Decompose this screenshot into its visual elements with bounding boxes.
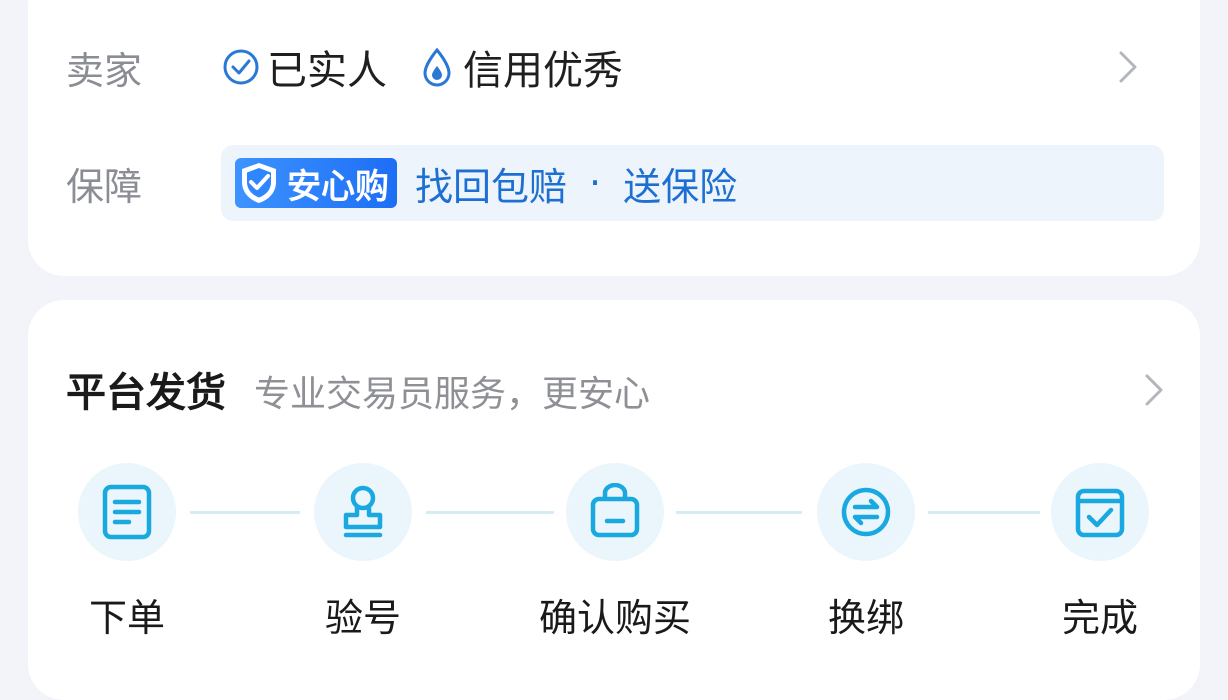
step-icon-circle	[78, 463, 176, 561]
guarantee-text-insurance: 送保险	[623, 164, 738, 209]
guarantee-separator: ·	[589, 161, 602, 205]
step-confirm-purchase: 确认购买	[515, 463, 715, 642]
chevron-right-icon[interactable]	[1116, 49, 1140, 85]
seller-row[interactable]: 卖家 已实人 信用优秀	[66, 40, 1164, 94]
calendar-check-icon	[1075, 488, 1125, 538]
step-icon-circle	[314, 463, 412, 561]
delivery-header: 平台发货 专业交易员服务，更安心	[66, 360, 650, 418]
step-icon-circle	[566, 463, 664, 561]
step-label: 换绑	[827, 596, 904, 640]
delivery-title: 平台发货	[66, 370, 226, 416]
seller-info-card: 卖家 已实人 信用优秀 保障 安心购 找回包赔 · 送保险	[28, 0, 1200, 276]
seller-tag-verified-text: 已实人	[267, 48, 387, 94]
delivery-subtitle: 专业交易员服务，更安心	[254, 374, 651, 415]
exchange-icon	[841, 487, 891, 537]
step-label: 验号	[324, 596, 401, 640]
step-order: 下单	[27, 463, 227, 642]
step-label: 下单	[88, 596, 165, 640]
seller-tag-credit: 信用优秀	[417, 38, 623, 96]
guarantee-row[interactable]: 保障 安心购 找回包赔 · 送保险	[66, 145, 1164, 221]
step-label: 完成	[1061, 596, 1138, 640]
shield-check-icon	[242, 163, 276, 203]
shopping-bag-icon	[590, 483, 640, 538]
step-label: 确认购买	[538, 596, 691, 640]
stamp-icon	[343, 485, 383, 538]
guarantee-box[interactable]: 安心购 找回包赔 · 送保险	[221, 145, 1164, 221]
seller-label: 卖家	[66, 48, 143, 93]
anxin-badge: 安心购	[235, 158, 397, 208]
platform-delivery-card[interactable]: 平台发货 专业交易员服务，更安心 下单 验号 确认购买 换绑 完成	[28, 300, 1200, 700]
guarantee-text-recovery: 找回包赔	[415, 164, 568, 209]
badge-text: 安心购	[287, 166, 389, 207]
check-circle-icon	[223, 49, 259, 85]
order-document-icon	[102, 484, 152, 540]
seller-tag-verified: 已实人	[221, 38, 387, 96]
chevron-right-icon[interactable]	[1142, 372, 1166, 408]
step-complete: 完成	[1000, 463, 1200, 642]
step-icon-circle	[1051, 463, 1149, 561]
seller-tags: 已实人 信用优秀	[221, 38, 1164, 96]
step-verify: 验号	[263, 463, 463, 642]
step-icon-circle	[817, 463, 915, 561]
step-rebind: 换绑	[766, 463, 966, 642]
seller-tag-credit-text: 信用优秀	[463, 48, 623, 94]
guarantee-label: 保障	[66, 164, 143, 209]
drop-icon	[423, 47, 451, 87]
